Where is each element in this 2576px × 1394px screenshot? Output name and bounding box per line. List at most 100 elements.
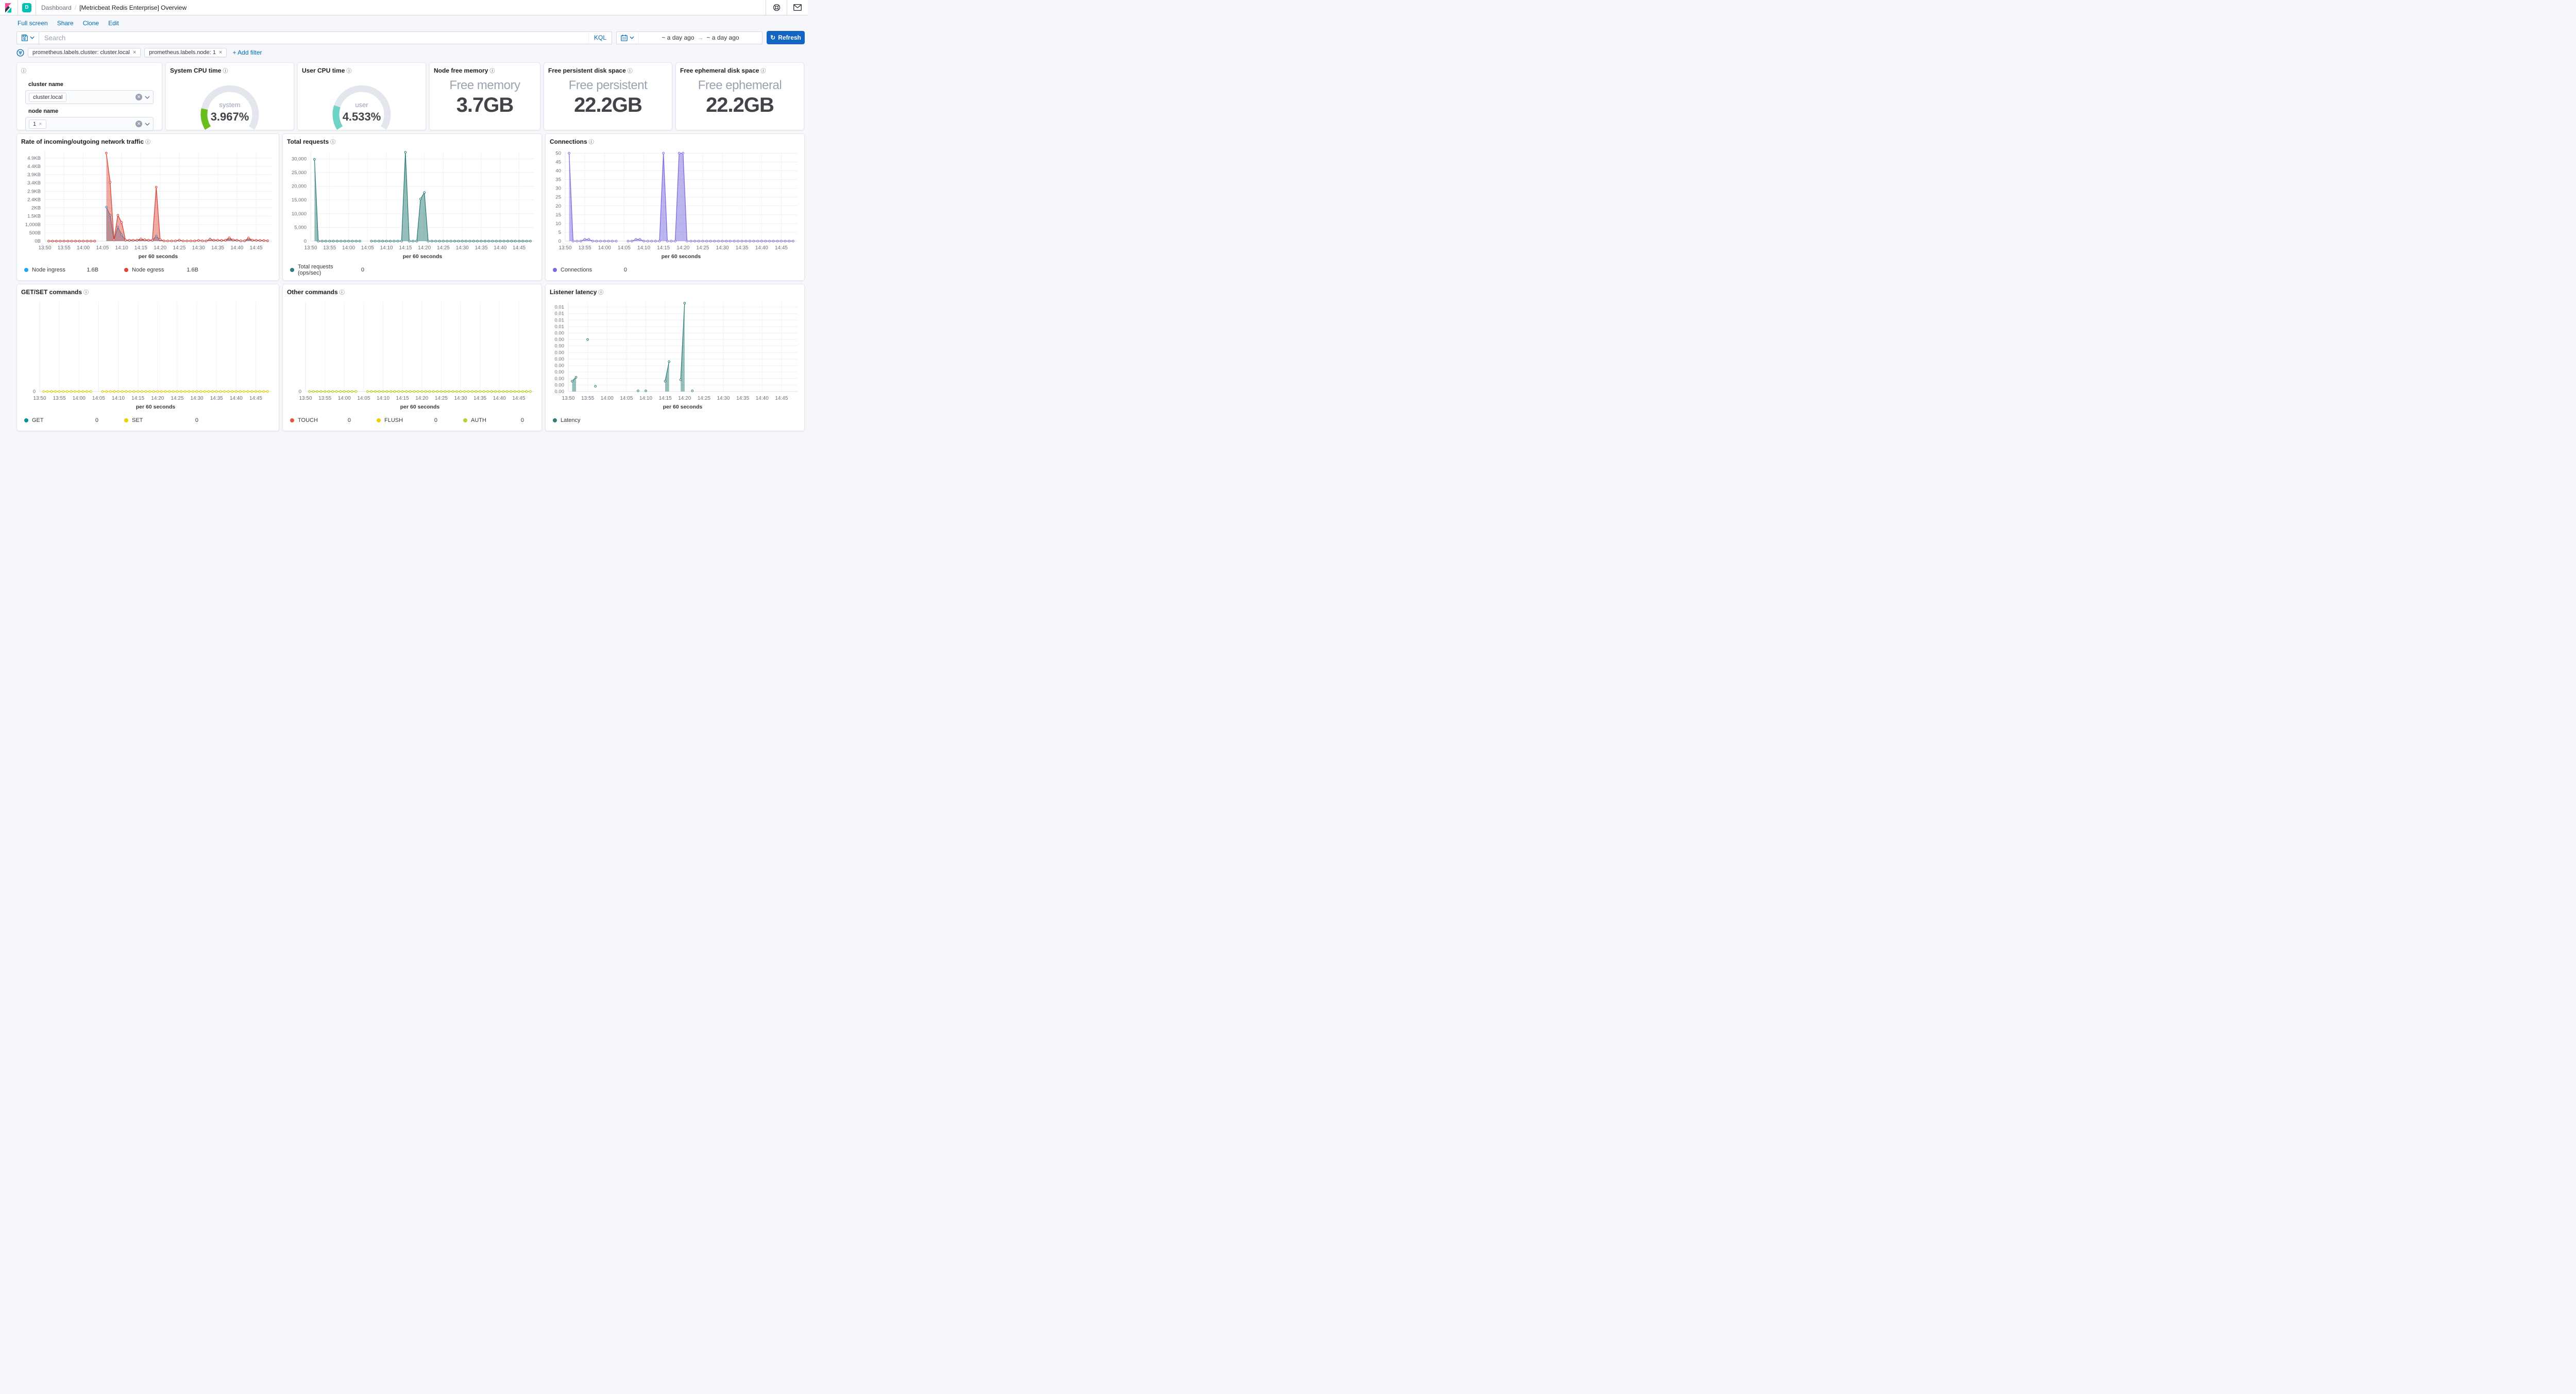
remove-filter-icon[interactable]: × xyxy=(133,49,136,56)
panel-info-icon[interactable]: ⓘ xyxy=(628,66,633,74)
svg-text:14:00: 14:00 xyxy=(598,245,611,251)
system-cpu-gauge[interactable]: system3.967% xyxy=(166,75,294,131)
menu-share[interactable]: Share xyxy=(57,20,74,27)
svg-text:14:10: 14:10 xyxy=(115,245,128,251)
panel-info-icon[interactable]: ⓘ xyxy=(223,66,228,74)
svg-text:14:40: 14:40 xyxy=(755,245,768,251)
legend-value: 0 xyxy=(434,417,451,423)
legend-item[interactable]: Latency xyxy=(553,417,581,423)
help-button[interactable] xyxy=(766,0,787,15)
remove-filter-icon[interactable]: × xyxy=(219,49,222,56)
svg-text:0: 0 xyxy=(558,239,561,244)
svg-text:0: 0 xyxy=(33,389,36,395)
get-set-commands-panel: GET/SET commandsⓘ 013:5013:5514:0014:051… xyxy=(16,284,279,431)
legend-item[interactable]: FLUSH 0 xyxy=(377,417,451,423)
filter-pill-node[interactable]: prometheus.labels.node: 1 × xyxy=(144,48,227,57)
listener-latency-chart[interactable]: 0.000.000.000.000.000.000.000.000.000.00… xyxy=(546,297,804,414)
panel-info-icon[interactable]: ⓘ xyxy=(346,66,351,74)
svg-text:30: 30 xyxy=(555,186,561,192)
network-traffic-chart[interactable]: 0B500B1,000B1.5KB2KB2.4KB2.9KB3.4KB3.9KB… xyxy=(17,146,279,264)
page-title: [Metricbeat Redis Enterprise] Overview xyxy=(79,4,187,11)
svg-text:0.00: 0.00 xyxy=(555,376,565,382)
newsfeed-button[interactable] xyxy=(787,0,808,15)
svg-text:14:20: 14:20 xyxy=(418,245,431,251)
date-range[interactable]: ~ a day ago → ~ a day ago xyxy=(639,34,762,41)
svg-text:15,000: 15,000 xyxy=(292,197,307,203)
svg-text:3.4KB: 3.4KB xyxy=(27,180,41,186)
selected-node-token[interactable]: 1× xyxy=(29,120,46,129)
date-quick-menu-button[interactable] xyxy=(617,32,639,44)
control-label-node: node name xyxy=(28,108,154,114)
svg-text:13:50: 13:50 xyxy=(299,396,312,401)
filter-icon[interactable] xyxy=(16,49,24,57)
space-badge[interactable]: D xyxy=(22,3,31,12)
kibana-logo[interactable] xyxy=(0,0,18,15)
legend-item[interactable]: AUTH0 xyxy=(463,417,537,423)
breadcrumb-dashboard[interactable]: Dashboard xyxy=(41,4,72,11)
legend-item[interactable]: Connections0 xyxy=(553,267,640,273)
legend-item[interactable]: TOUCH0 xyxy=(290,417,364,423)
legend-item[interactable]: GET0 xyxy=(24,417,112,423)
svg-text:14:10: 14:10 xyxy=(112,396,125,401)
svg-text:0: 0 xyxy=(299,389,301,395)
svg-text:25: 25 xyxy=(555,195,561,200)
filter-pill-cluster[interactable]: prometheus.labels.cluster: cluster.local… xyxy=(28,48,141,57)
svg-text:20: 20 xyxy=(555,203,561,209)
legend-item[interactable]: Node egress1.6B xyxy=(124,267,212,273)
legend-value: 0 xyxy=(361,267,378,273)
svg-text:2KB: 2KB xyxy=(31,206,41,211)
menu-full-screen[interactable]: Full screen xyxy=(18,20,48,27)
svg-text:25,000: 25,000 xyxy=(292,170,307,176)
filter-pill-label: prometheus.labels.node: 1 xyxy=(149,49,216,56)
token-remove-icon[interactable]: × xyxy=(39,121,42,127)
add-filter-button[interactable]: + Add filter xyxy=(232,49,262,56)
legend-item[interactable]: Node ingress1.6B xyxy=(24,267,112,273)
legend-label: FLUSH xyxy=(384,417,403,423)
clear-selection-icon[interactable]: ✕ xyxy=(135,121,142,127)
free-memory-panel: Node free memoryⓘ Free memory 3.7GB xyxy=(429,62,540,130)
svg-text:14:20: 14:20 xyxy=(676,245,689,251)
panel-info-icon[interactable]: ⓘ xyxy=(598,288,603,296)
connections-chart[interactable]: 0510152025303540455013:5013:5514:0014:05… xyxy=(546,146,804,264)
chart-legend: Connections0 xyxy=(546,264,804,276)
svg-text:13:50: 13:50 xyxy=(558,245,571,251)
total-requests-chart[interactable]: 05,00010,00015,00020,00025,00030,00013:5… xyxy=(283,146,541,264)
panel-info-icon[interactable]: ⓘ xyxy=(760,66,766,74)
search-input[interactable] xyxy=(39,34,588,42)
svg-text:14:35: 14:35 xyxy=(210,396,223,401)
node-name-select[interactable]: 1× ✕ xyxy=(25,117,154,131)
panel-info-icon[interactable]: ⓘ xyxy=(589,138,594,145)
panel-info-icon[interactable]: ⓘ xyxy=(83,288,89,296)
date-from[interactable]: ~ a day ago xyxy=(662,34,694,41)
panel-info-icon[interactable]: ⓘ xyxy=(330,138,335,145)
svg-text:14:20: 14:20 xyxy=(154,245,166,251)
panel-info-icon[interactable]: ⓘ xyxy=(489,66,495,74)
panel-info-icon[interactable]: ⓘ xyxy=(21,66,26,74)
user-cpu-gauge[interactable]: user4.533% xyxy=(298,75,426,131)
panel-info-icon[interactable]: ⓘ xyxy=(145,138,150,145)
date-to[interactable]: ~ a day ago xyxy=(707,34,739,41)
svg-text:0.00: 0.00 xyxy=(555,382,565,388)
saved-query-menu-button[interactable] xyxy=(17,32,39,44)
legend-item[interactable]: Total requests (ops/sec)0 xyxy=(290,264,378,276)
cluster-name-select[interactable]: cluster.local ✕ xyxy=(25,90,154,104)
legend-item[interactable]: SET0 xyxy=(124,417,212,423)
menu-edit[interactable]: Edit xyxy=(108,20,119,27)
legend-label: GET xyxy=(32,417,44,423)
query-language-button[interactable]: KQL xyxy=(588,32,612,44)
selected-cluster-token[interactable]: cluster.local xyxy=(29,93,66,102)
svg-text:0.01: 0.01 xyxy=(555,317,565,323)
svg-text:14:00: 14:00 xyxy=(73,396,86,401)
menu-clone[interactable]: Clone xyxy=(83,20,99,27)
query-bar: KQL ~ a day ago → ~ a day ago ↻ Refresh xyxy=(0,30,808,44)
svg-text:14:30: 14:30 xyxy=(716,245,729,251)
svg-text:14:15: 14:15 xyxy=(399,245,412,251)
other-commands-chart[interactable]: 013:5013:5514:0014:0514:1014:1514:2014:2… xyxy=(283,297,541,414)
panel-info-icon[interactable]: ⓘ xyxy=(340,288,345,296)
clear-selection-icon[interactable]: ✕ xyxy=(135,94,142,100)
filter-bar: prometheus.labels.cluster: cluster.local… xyxy=(0,44,808,60)
refresh-button[interactable]: ↻ Refresh xyxy=(767,31,805,44)
svg-text:40: 40 xyxy=(555,168,561,174)
get-set-commands-chart[interactable]: 013:5013:5514:0014:0514:1014:1514:2014:2… xyxy=(17,297,279,414)
connections-panel: Connectionsⓘ 0510152025303540455013:5013… xyxy=(545,133,805,281)
